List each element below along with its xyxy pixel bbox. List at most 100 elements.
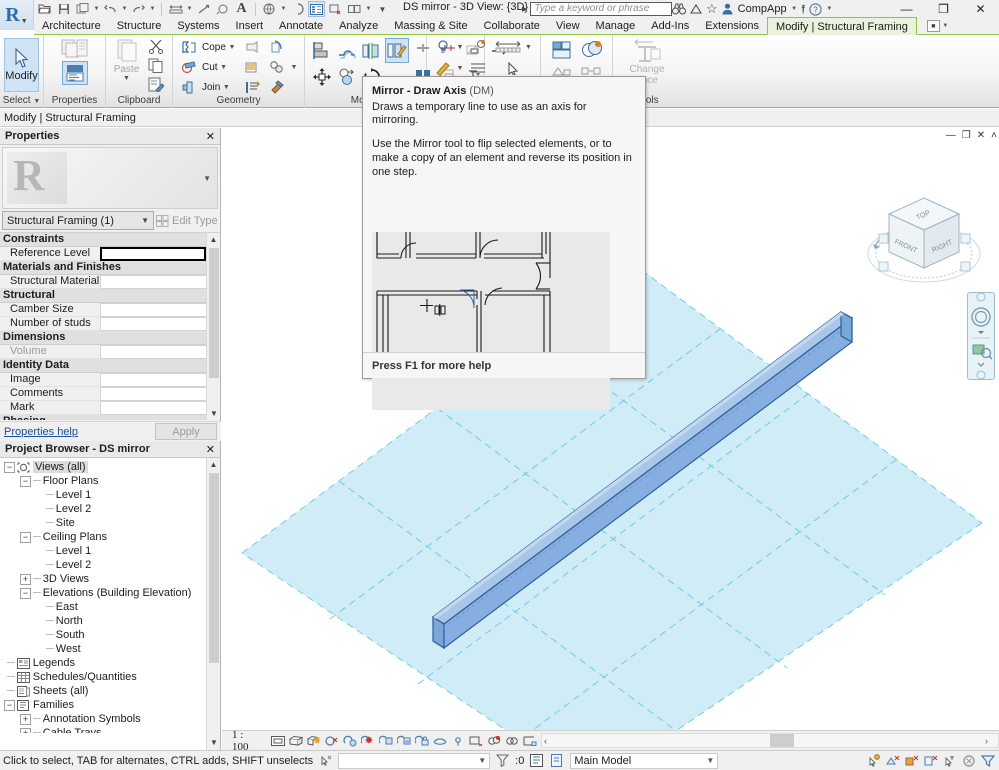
cut-button[interactable]: Cut ▼ (178, 58, 236, 76)
maximize-button[interactable]: ❐ (925, 0, 962, 18)
view-scale-icon[interactable] (270, 734, 285, 748)
properties-help-link[interactable]: Properties help (4, 426, 78, 438)
match-type-button[interactable] (145, 75, 167, 93)
user-name-label[interactable]: CompApp (738, 3, 787, 15)
ribbon-minimize-icon[interactable]: ■ (926, 20, 940, 32)
tab-insert[interactable]: Insert (228, 18, 272, 35)
workset-chevron-icon[interactable]: ▼ (478, 756, 486, 765)
type-selector[interactable]: Structural Framing (1) ▼ (2, 211, 154, 230)
workset-selector[interactable]: ▼ (338, 752, 491, 769)
press-drag-icon[interactable] (317, 753, 334, 769)
view-restore-button[interactable]: ❐ (962, 130, 971, 141)
browser-scroll-up-icon[interactable]: ▲ (207, 458, 220, 472)
tab-structure[interactable]: Structure (109, 18, 170, 35)
temporary-view-properties-icon[interactable] (469, 734, 483, 748)
join-button[interactable]: Join ▼ (178, 78, 236, 96)
paint-button[interactable] (266, 58, 288, 76)
favorites-star-icon[interactable]: ☆ (706, 1, 718, 17)
undo-chevron-icon[interactable]: ▼ (121, 6, 128, 12)
prop-group-structural[interactable]: Structural^ (0, 289, 220, 303)
view-close-button[interactable]: ✕ (977, 130, 985, 141)
preview-chevron-icon[interactable]: ▼ (203, 174, 211, 183)
tab-modify-structural-framing[interactable]: Modify | Structural Framing (767, 17, 917, 35)
prop-row-camber-size[interactable]: Camber Size (0, 303, 220, 317)
tree-node-sheets-all[interactable]: ─ Sheets (all) (0, 684, 207, 698)
tab-manage[interactable]: Manage (588, 18, 644, 35)
search-input[interactable]: Type a keyword or phrase (530, 2, 673, 16)
application-menu-chevron-icon[interactable]: ▼ (21, 17, 28, 25)
tree-node-elevations[interactable]: − ─ Elevations (Building Elevation) (0, 586, 207, 600)
rendering-dialog-icon[interactable] (360, 734, 375, 748)
qat-overflow-icon[interactable]: ▼ (374, 1, 391, 17)
create-part-icon[interactable] (579, 38, 605, 62)
mirror-pick-axis-button[interactable] (360, 38, 384, 63)
cut-chevron-icon[interactable]: ▼ (220, 64, 228, 71)
drag-elements-icon[interactable] (979, 753, 996, 769)
expander-icon[interactable]: − (20, 531, 31, 543)
measure-icon[interactable] (167, 1, 184, 17)
tree-node-floor-level-2[interactable]: ─ Level 2 (0, 502, 207, 516)
expander-icon[interactable]: − (4, 461, 15, 473)
design-option-selector[interactable]: Main Model ▼ (570, 752, 719, 769)
tab-annotate[interactable]: Annotate (271, 18, 331, 35)
prop-row-comments[interactable]: Comments (0, 387, 220, 401)
select-links-icon[interactable] (903, 753, 920, 769)
editable-only-icon[interactable] (865, 753, 882, 769)
tree-node-floor-plans[interactable]: − ─ Floor Plans (0, 474, 207, 488)
shadows-icon[interactable] (343, 734, 357, 748)
show-crop-region-icon[interactable] (396, 734, 411, 748)
prop-group-identity-data[interactable]: Identity Data^ (0, 359, 220, 373)
light-bulb-icon[interactable] (432, 38, 454, 56)
apply-button[interactable]: Apply (155, 423, 217, 440)
design-option-chevron-icon[interactable]: ▼ (706, 756, 714, 765)
tree-node-schedules-quantities[interactable]: ─ Schedules/Quantities (0, 670, 207, 684)
minimize-button[interactable]: — (888, 0, 925, 18)
switch-windows-chevron-icon[interactable]: ▼ (365, 6, 372, 12)
tab-add-ins[interactable]: Add-Ins (643, 18, 697, 35)
offset-button[interactable] (335, 38, 359, 63)
tag-icon[interactable] (214, 1, 231, 17)
3d-view-chevron-icon[interactable]: ▼ (280, 6, 287, 12)
copy-button[interactable] (335, 64, 359, 89)
tree-node-elevation-west[interactable]: ─ West (0, 642, 207, 656)
align-button[interactable] (310, 38, 334, 63)
expander-icon[interactable]: − (20, 587, 31, 599)
help-icon[interactable]: ? (809, 2, 822, 16)
type-selector-chevron-icon[interactable]: ▼ (141, 216, 149, 225)
prop-value-input[interactable] (100, 247, 206, 261)
horizontal-scroll-thumb[interactable] (769, 734, 794, 747)
account-icon[interactable] (722, 3, 733, 15)
section-icon[interactable] (289, 1, 306, 17)
filter-icon[interactable] (494, 753, 511, 769)
save-as-icon[interactable] (74, 1, 91, 17)
scroll-thumb[interactable] (209, 248, 219, 378)
design-options-icon[interactable] (549, 753, 566, 769)
redo-icon[interactable] (130, 1, 147, 17)
select-pinned-icon[interactable] (941, 753, 958, 769)
show-constraints-icon[interactable] (523, 734, 537, 748)
scroll-right-icon[interactable]: › (985, 736, 988, 746)
browser-close-icon[interactable]: ✕ (206, 443, 215, 456)
revit-logo[interactable]: R ▼ (0, 0, 34, 30)
pencil-chevron-icon[interactable]: ▼ (456, 65, 464, 72)
copy-clipboard-button[interactable] (145, 57, 167, 75)
visual-style-icon[interactable] (306, 734, 321, 748)
switch-windows-icon[interactable] (346, 1, 363, 17)
tab-architecture[interactable]: Architecture (34, 18, 109, 35)
save-as-chevron-icon[interactable]: ▼ (93, 6, 100, 12)
expander-icon[interactable]: + (20, 573, 31, 585)
undo-icon[interactable] (102, 1, 119, 17)
measure-cursor-icon[interactable] (502, 59, 524, 77)
lock-3d-view-icon[interactable] (414, 734, 429, 748)
expander-icon[interactable]: − (20, 475, 31, 487)
cope-button[interactable]: Cope ▼ (178, 38, 236, 56)
close-button[interactable]: ✕ (962, 0, 999, 18)
expander-icon[interactable]: − (4, 699, 15, 711)
measure-chevron2-icon[interactable]: ▼ (525, 44, 533, 51)
light-chevron-icon[interactable]: ▼ (456, 44, 464, 51)
prop-row-reference-level[interactable]: Reference Level (0, 247, 220, 261)
split-face-button[interactable] (242, 58, 264, 76)
tree-node-elevation-south[interactable]: ─ South (0, 628, 207, 642)
paste-button[interactable]: Paste ▼ (111, 38, 142, 93)
browser-scroll-down-icon[interactable]: ▼ (207, 736, 221, 750)
